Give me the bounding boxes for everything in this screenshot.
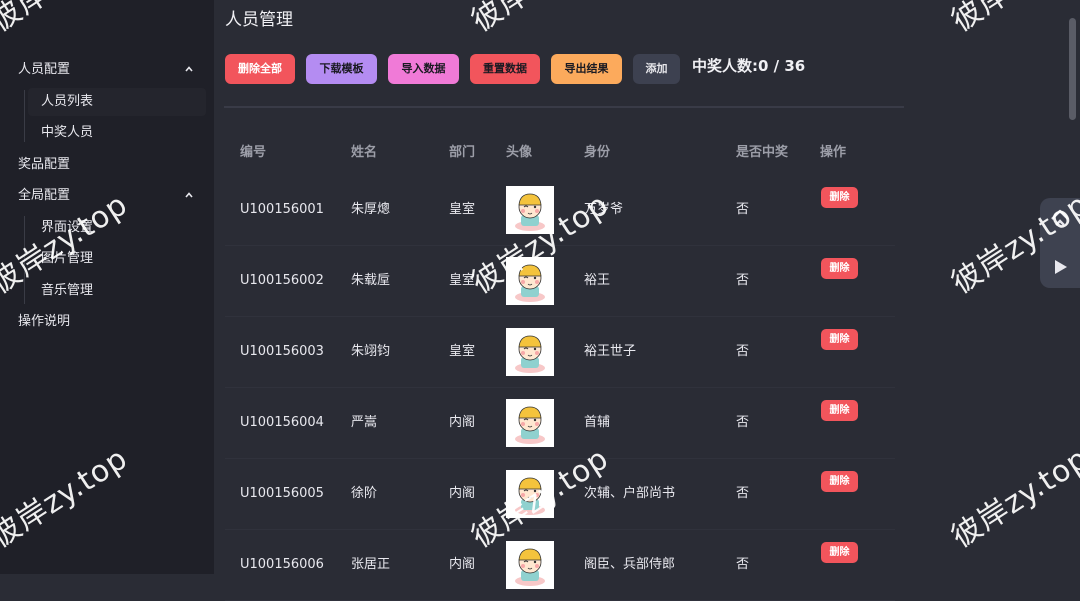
cell-id: U100156004 [240, 415, 324, 430]
column-header-avatar: 头像 [506, 145, 533, 160]
avatar [506, 470, 554, 518]
nav-instructions[interactable]: 操作说明 [18, 313, 70, 331]
column-header-identity: 身份 [584, 145, 611, 160]
cell-name: 徐阶 [351, 486, 378, 501]
watermark: 彼岸zy.top [941, 0, 1080, 40]
import-data-button[interactable]: 导入数据 [388, 54, 459, 84]
nav-image-management[interactable]: 图片管理 [41, 250, 93, 268]
cell-id: U100156002 [240, 273, 324, 288]
cell-name: 朱厚熜 [351, 202, 391, 217]
cell-won: 否 [736, 202, 750, 217]
column-header-action: 操作 [820, 145, 847, 160]
column-header-name: 姓名 [351, 145, 378, 160]
cell-id: U100156001 [240, 202, 324, 217]
table-row: U100156002 朱载垕 皇室 裕王 否 删除 [225, 245, 895, 317]
back-to-top-icon[interactable] [1047, 205, 1073, 231]
chevron-up-icon[interactable] [184, 190, 194, 200]
table-row: U100156001 朱厚熜 皇室 万岁爷 否 删除 [225, 174, 895, 246]
nav-ui-settings[interactable]: 界面设置 [41, 219, 93, 237]
nav-prize-config[interactable]: 奖品配置 [18, 156, 70, 174]
export-results-button[interactable]: 导出结果 [551, 54, 622, 84]
winner-count: 中奖人数:0 / 36 [692, 57, 806, 75]
column-header-id: 编号 [240, 145, 267, 160]
nav-music-management[interactable]: 音乐管理 [41, 282, 93, 300]
divider [224, 106, 904, 108]
cell-identity: 裕王世子 [584, 344, 637, 359]
avatar [506, 541, 554, 589]
delete-row-button[interactable]: 删除 [821, 471, 858, 492]
add-button[interactable]: 添加 [633, 54, 680, 84]
table-row: U100156003 朱翊钧 皇室 裕王世子 否 删除 [225, 316, 895, 388]
avatar [506, 257, 554, 305]
avatar [506, 186, 554, 234]
chevron-up-icon[interactable] [184, 64, 194, 74]
cell-identity: 裕王 [584, 273, 611, 288]
column-header-won: 是否中奖 [736, 145, 789, 160]
sidebar: 人员配置 人员列表 中奖人员 奖品配置 全局配置 界面设置 图片管理 音乐管理 … [0, 0, 214, 574]
reset-data-button[interactable]: 重置数据 [470, 54, 540, 84]
cell-dept: 皇室 [449, 202, 476, 217]
avatar [506, 328, 554, 376]
cell-won: 否 [736, 344, 750, 359]
watermark: 彼岸zy.top [461, 0, 616, 40]
table-row: U100156004 严嵩 内阁 首辅 否 删除 [225, 387, 895, 459]
cell-dept: 内阁 [449, 486, 476, 501]
cell-won: 否 [736, 486, 750, 501]
cell-identity: 阁臣、兵部侍郎 [584, 557, 676, 572]
delete-row-button[interactable]: 删除 [821, 187, 858, 208]
delete-row-button[interactable]: 删除 [821, 329, 858, 350]
cell-id: U100156005 [240, 486, 324, 501]
table-row: U100156005 徐阶 内阁 次辅、户部尚书 否 删除 [225, 458, 895, 530]
page-title: 人员管理 [225, 10, 293, 30]
cell-name: 严嵩 [351, 415, 378, 430]
nav-staff-list[interactable]: 人员列表 [41, 93, 93, 111]
scrollbar-thumb[interactable] [1069, 18, 1076, 120]
cell-id: U100156006 [240, 557, 324, 572]
cell-name: 朱载垕 [351, 273, 391, 288]
cell-won: 否 [736, 415, 750, 430]
watermark: 彼岸zy.top [945, 440, 1080, 556]
delete-all-button[interactable]: 删除全部 [225, 54, 295, 84]
cell-identity: 首辅 [584, 415, 611, 430]
download-template-button[interactable]: 下载模板 [306, 54, 377, 84]
delete-row-button[interactable]: 删除 [821, 258, 858, 279]
nav-winners[interactable]: 中奖人员 [41, 124, 93, 142]
cell-dept: 皇室 [449, 344, 476, 359]
cell-won: 否 [736, 557, 750, 572]
play-icon[interactable] [1047, 254, 1073, 280]
cell-dept: 内阁 [449, 415, 476, 430]
cell-dept: 内阁 [449, 557, 476, 572]
cell-name: 朱翊钧 [351, 344, 391, 359]
column-header-dept: 部门 [449, 145, 476, 160]
cell-name: 张居正 [351, 557, 391, 572]
cell-id: U100156003 [240, 344, 324, 359]
cell-identity: 万岁爷 [584, 202, 624, 217]
table-row: U100156006 张居正 内阁 阁臣、兵部侍郎 否 删除 [225, 529, 895, 601]
nav-global-config[interactable]: 全局配置 [18, 187, 70, 205]
delete-row-button[interactable]: 删除 [821, 400, 858, 421]
cell-won: 否 [736, 273, 750, 288]
cell-identity: 次辅、户部尚书 [584, 486, 676, 501]
nav-group-line [24, 90, 25, 142]
cell-dept: 皇室 [449, 273, 476, 288]
delete-row-button[interactable]: 删除 [821, 542, 858, 563]
avatar [506, 399, 554, 447]
nav-group-line [24, 216, 25, 304]
nav-staff-config[interactable]: 人员配置 [18, 61, 70, 79]
